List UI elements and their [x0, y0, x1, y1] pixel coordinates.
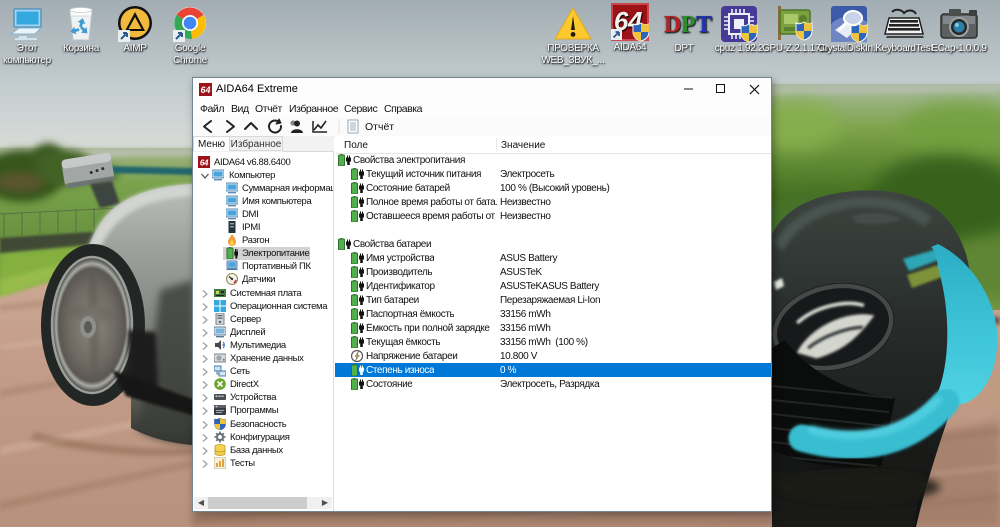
svg-text:64: 64	[200, 85, 210, 95]
svg-text:P: P	[681, 12, 695, 38]
svg-text:Отчёт: Отчёт	[365, 121, 394, 133]
svg-text:64: 64	[200, 158, 209, 167]
svg-text:D: D	[664, 12, 681, 38]
